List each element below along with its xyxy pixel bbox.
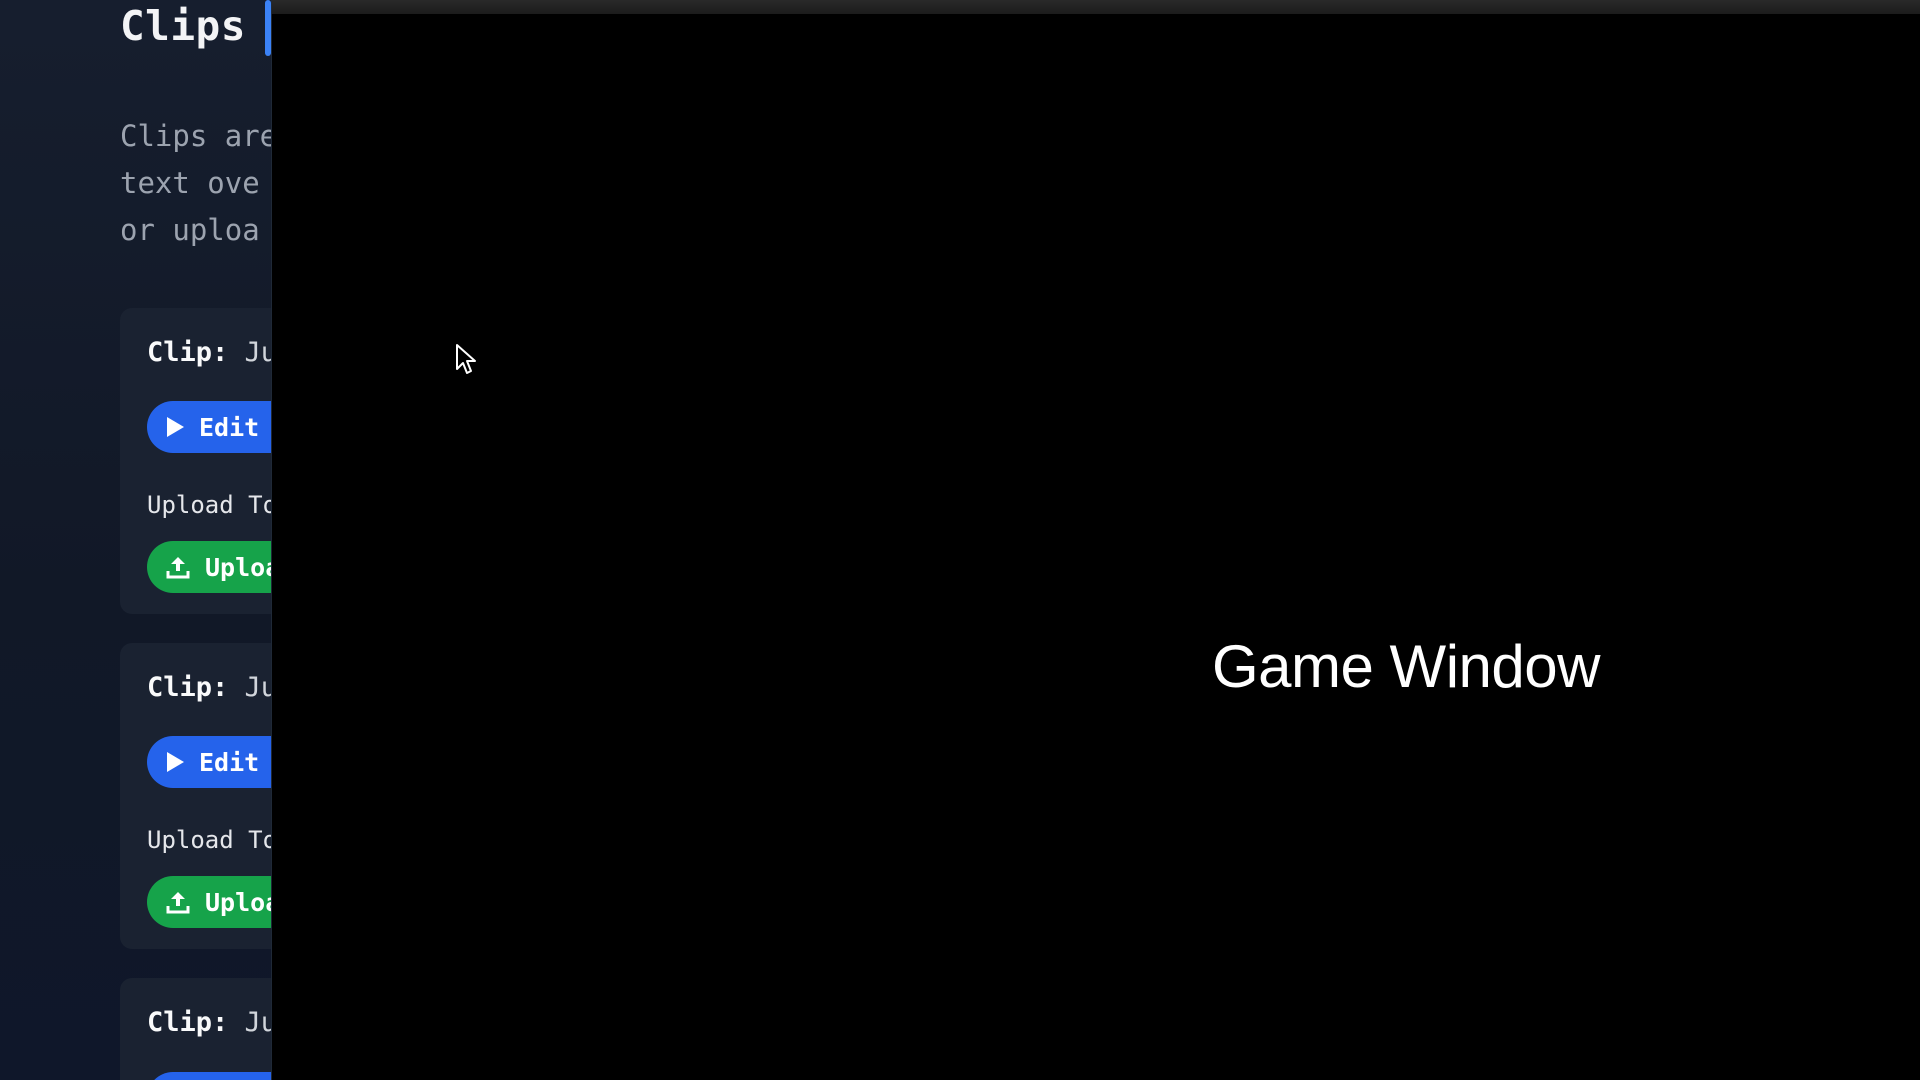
game-window-titlebar[interactable] xyxy=(272,0,1920,14)
edit-button-label: Edit xyxy=(199,412,260,442)
play-icon xyxy=(165,751,185,773)
clip-label: Clip: xyxy=(147,672,229,703)
game-window[interactable]: Game Window xyxy=(271,0,1920,1080)
page-title: Clips xyxy=(120,2,246,50)
clip-title: Clip: Ju xyxy=(147,1007,277,1038)
upload-icon xyxy=(165,889,191,915)
upload-to-label: Upload To xyxy=(147,491,278,519)
clip-label: Clip: xyxy=(147,1007,229,1038)
upload-button-label: Uploa xyxy=(205,887,281,917)
clip-label: Clip: xyxy=(147,337,229,368)
play-icon xyxy=(165,416,185,438)
clip-title: Clip: Ju xyxy=(147,337,277,368)
clip-title: Clip: Ju xyxy=(147,672,277,703)
upload-to-label: Upload To xyxy=(147,826,278,854)
upload-button-label: Uploa xyxy=(205,552,281,582)
mouse-cursor-icon xyxy=(455,343,479,377)
edit-button-label: Edit xyxy=(199,747,260,777)
game-window-label: Game Window xyxy=(1212,633,1600,700)
upload-icon xyxy=(165,554,191,580)
